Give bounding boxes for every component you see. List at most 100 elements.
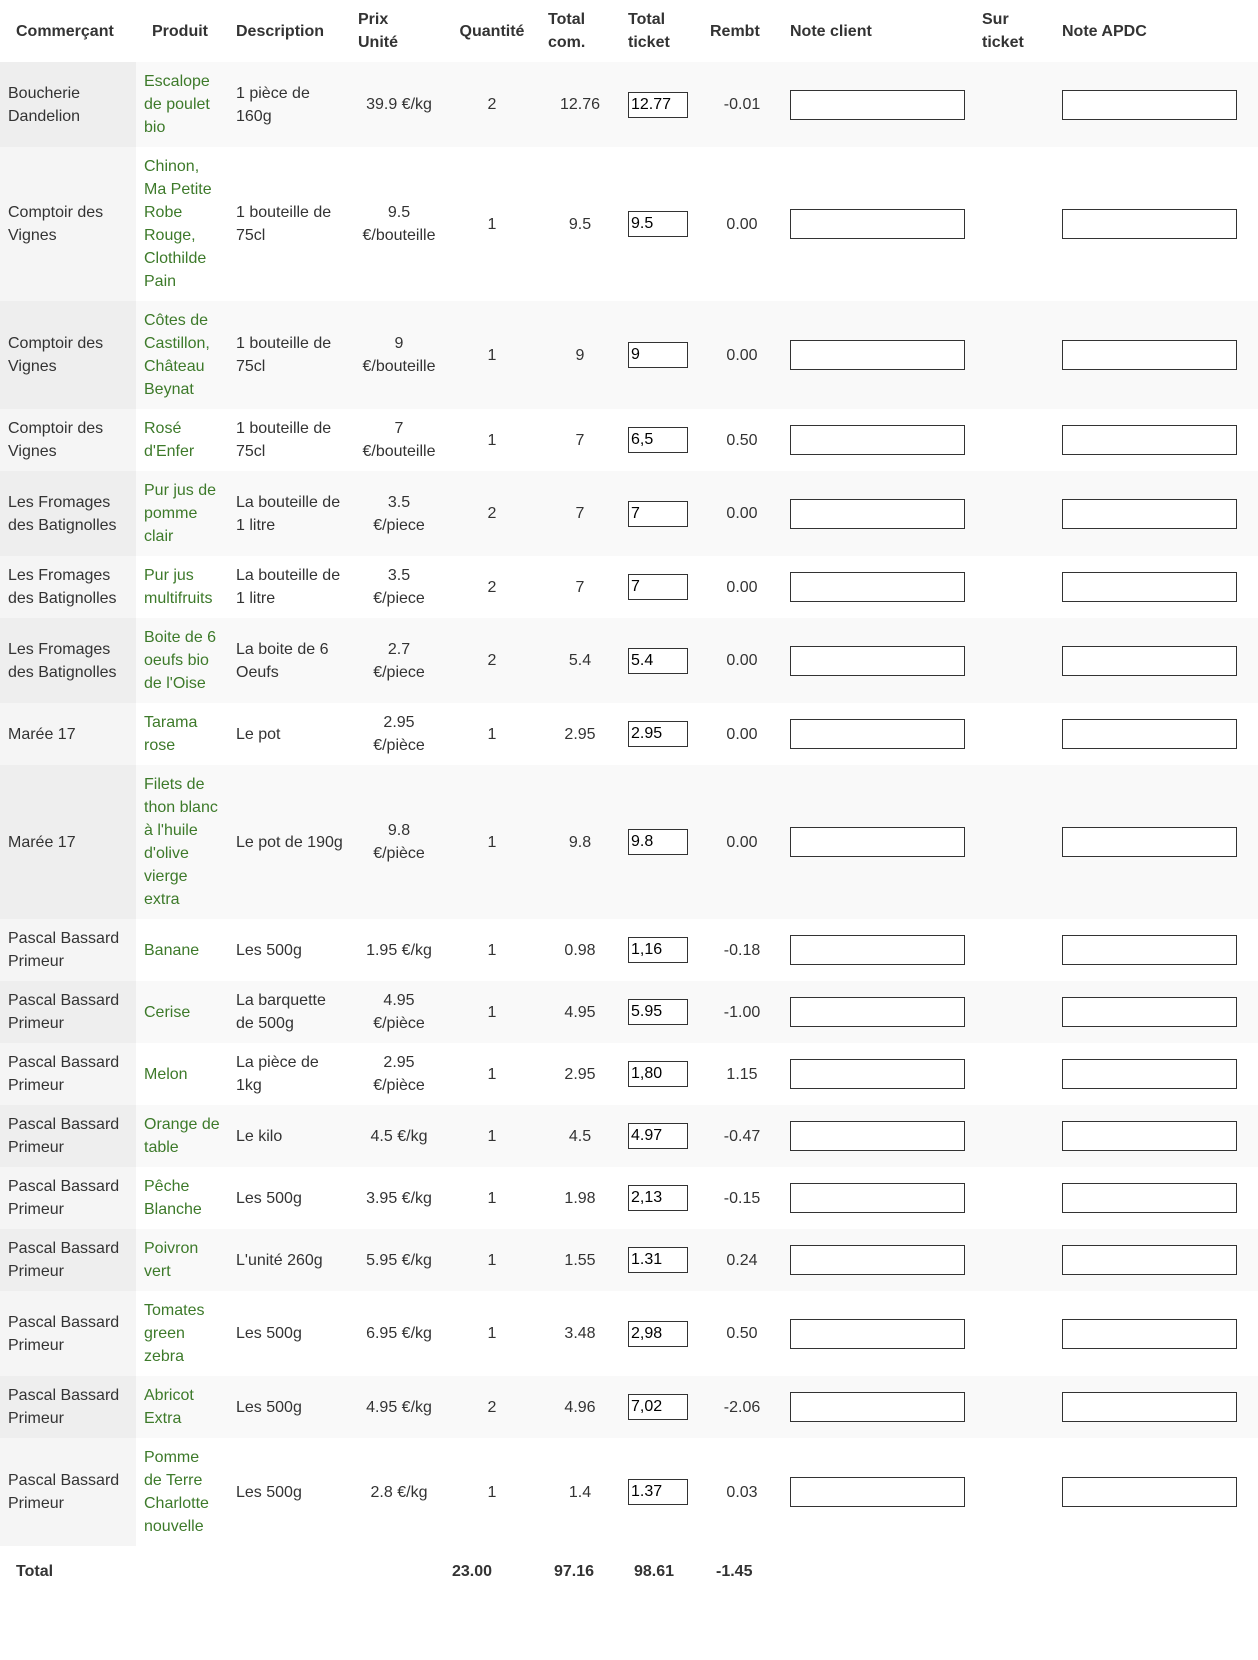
cell-product[interactable]: Côtes de Castillon, Château Beynat	[136, 301, 228, 409]
apdc-note-input[interactable]	[1062, 340, 1237, 370]
apdc-note-input[interactable]	[1062, 645, 1237, 676]
cell-product[interactable]: Melon	[136, 1043, 228, 1105]
cell-product[interactable]: Boite de 6 oeufs bio de l'Oise	[136, 618, 228, 703]
client-note-input[interactable]	[790, 1392, 965, 1422]
header-on-ticket: Sur ticket	[982, 11, 1024, 51]
cell-merchant: Pascal Bassard Primeur	[0, 1229, 136, 1291]
client-note-input[interactable]	[790, 425, 965, 455]
client-note-input[interactable]	[790, 1183, 965, 1213]
client-note-input[interactable]	[790, 645, 965, 676]
client-note-input[interactable]	[790, 340, 965, 370]
apdc-note-input[interactable]	[1062, 209, 1237, 239]
total-ticket-input[interactable]	[628, 427, 688, 453]
cell-product[interactable]: Orange de table	[136, 1105, 228, 1167]
cell-quantity: 1	[444, 765, 540, 919]
apdc-note-input[interactable]	[1062, 997, 1237, 1027]
apdc-note-input[interactable]	[1062, 935, 1237, 965]
cell-product[interactable]: Chinon, Ma Petite Robe Rouge, Clothilde …	[136, 147, 228, 301]
total-ticket-input[interactable]	[628, 1247, 688, 1273]
cell-client-note	[782, 1105, 974, 1167]
cell-quantity: 1	[487, 1483, 497, 1501]
cell-client-note	[782, 409, 974, 471]
total-ticket-input[interactable]	[628, 1479, 688, 1505]
apdc-note-input[interactable]	[1062, 572, 1237, 602]
apdc-note-input[interactable]	[1062, 1059, 1237, 1089]
cell-unit-price: 3.95 €/kg	[366, 1189, 432, 1207]
total-ticket-input[interactable]	[628, 937, 688, 963]
apdc-note-input[interactable]	[1062, 719, 1237, 749]
client-note-input[interactable]	[790, 498, 965, 529]
cell-quantity: 1	[487, 941, 497, 959]
cell-product[interactable]: Escalope de poulet bio	[136, 62, 228, 147]
client-note-input[interactable]	[790, 89, 965, 120]
client-note-input[interactable]	[790, 1245, 965, 1275]
cell-product[interactable]: Cerise	[136, 981, 228, 1043]
cell-apdc-note	[1054, 1376, 1258, 1438]
cell-product[interactable]: Filets de thon blanc à l'huile d'olive v…	[136, 765, 228, 919]
cell-product[interactable]: Tarama rose	[136, 703, 228, 765]
cell-quantity: 1	[444, 981, 540, 1043]
total-ticket-input[interactable]	[628, 500, 688, 527]
apdc-note-input[interactable]	[1062, 1183, 1237, 1213]
total-ticket-input[interactable]	[628, 1123, 688, 1149]
cell-product[interactable]: Tomates green zebra	[136, 1291, 228, 1376]
cell-apdc-note	[1054, 1167, 1258, 1229]
client-note-input[interactable]	[790, 935, 965, 965]
cell-product[interactable]: Rosé d'Enfer	[136, 409, 228, 471]
apdc-note-input[interactable]	[1062, 1392, 1237, 1422]
cell-unit-price: 2.7 €/piece	[354, 618, 444, 703]
cell-product[interactable]: Poivron vert	[136, 1229, 228, 1291]
cell-product[interactable]: Banane	[136, 919, 228, 981]
apdc-note-input[interactable]	[1062, 1318, 1237, 1349]
cell-product[interactable]: Pur jus multifruits	[136, 556, 228, 618]
client-note-input[interactable]	[790, 1318, 965, 1349]
cell-description: Les 500g	[236, 1189, 302, 1207]
cell-merchant: Pascal Bassard Primeur	[0, 919, 136, 981]
total-ticket-input[interactable]	[628, 1394, 688, 1420]
total-ticket-input[interactable]	[628, 574, 688, 600]
cell-product[interactable]: Pur jus de pomme clair	[136, 471, 228, 556]
total-ticket-input[interactable]	[628, 1320, 688, 1347]
cell-unit-price: 3.5 €/piece	[373, 567, 425, 607]
total-ticket-input[interactable]	[628, 721, 688, 747]
client-note-input[interactable]	[790, 719, 965, 749]
cell-client-note	[782, 556, 974, 618]
total-ticket-input[interactable]	[628, 829, 688, 855]
total-ticket-input[interactable]	[628, 211, 688, 237]
client-note-input[interactable]	[790, 997, 965, 1027]
total-ticket-input[interactable]	[628, 999, 688, 1025]
cell-total-ticket	[620, 1105, 702, 1167]
total-ticket-input[interactable]	[628, 1185, 688, 1211]
table-row: Marée 17 Tarama rose Le pot 2.95 €/pièce 1 2.…	[0, 703, 1258, 765]
cell-product[interactable]: Abricot Extra	[136, 1376, 228, 1438]
client-note-input[interactable]	[790, 827, 965, 857]
total-ticket-input[interactable]	[628, 91, 688, 118]
cell-product[interactable]: Pomme de Terre Charlotte nouvelle	[136, 1438, 228, 1546]
client-note-input[interactable]	[790, 1477, 965, 1507]
header-total-ticket: Total ticket	[628, 11, 670, 51]
apdc-note-input[interactable]	[1062, 827, 1237, 857]
total-ticket-input[interactable]	[628, 342, 688, 368]
apdc-note-input[interactable]	[1062, 89, 1237, 120]
cell-client-note	[782, 1043, 974, 1105]
apdc-note-input[interactable]	[1062, 1477, 1237, 1507]
client-note-input[interactable]	[790, 209, 965, 239]
cell-on-ticket	[974, 1438, 1054, 1546]
table-row: Pascal Bassard Primeur Pêche Blanche Les 5…	[0, 1167, 1258, 1229]
total-ticket-input[interactable]	[628, 647, 688, 674]
cell-refund: 0.00	[726, 725, 758, 743]
client-note-input[interactable]	[790, 572, 965, 602]
cell-unit-price: 2.95 €/pièce	[373, 1054, 425, 1094]
cell-refund: -2.06	[702, 1376, 782, 1438]
cell-unit-price: 5.95 €/kg	[354, 1229, 444, 1291]
apdc-note-input[interactable]	[1062, 498, 1237, 529]
cell-product[interactable]: Pêche Blanche	[136, 1167, 228, 1229]
cell-description: Les 500g	[228, 1376, 354, 1438]
client-note-input[interactable]	[790, 1059, 965, 1089]
apdc-note-input[interactable]	[1062, 1245, 1237, 1275]
apdc-note-input[interactable]	[1062, 425, 1237, 455]
client-note-input[interactable]	[790, 1121, 965, 1151]
cell-total-ticket	[620, 62, 702, 147]
apdc-note-input[interactable]	[1062, 1121, 1237, 1151]
total-ticket-input[interactable]	[628, 1061, 688, 1087]
